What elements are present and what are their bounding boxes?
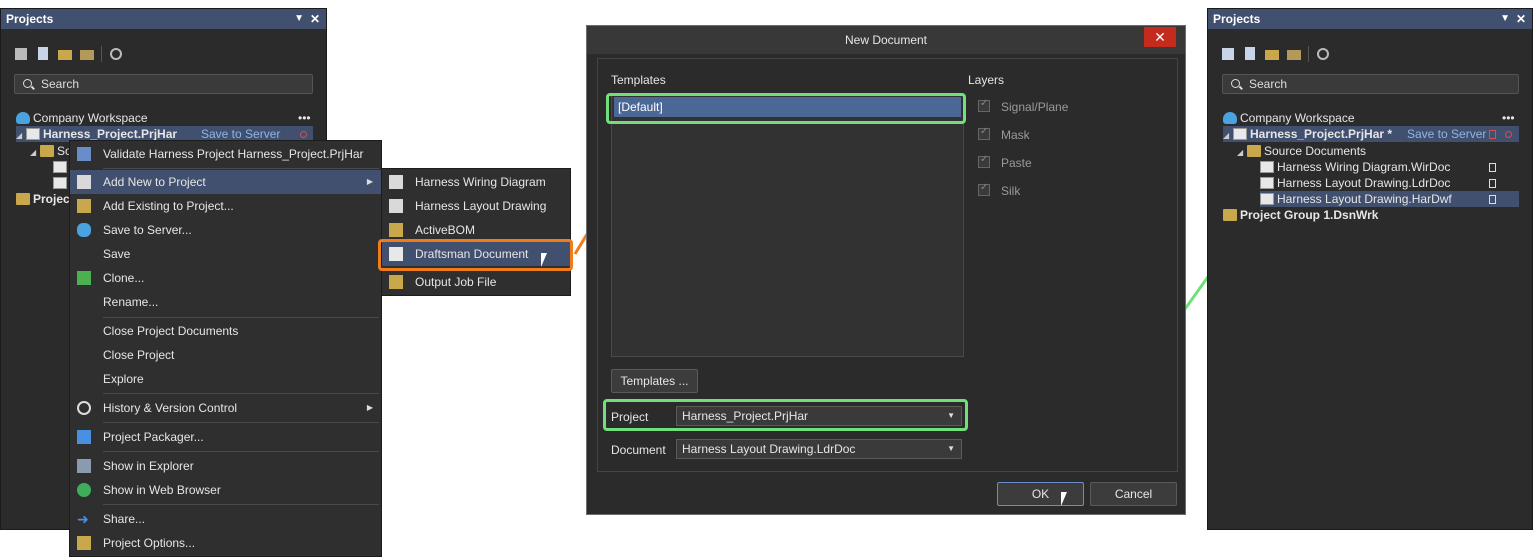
layer-label: Signal/Plane [1001,100,1069,114]
toolbar-separator [1308,46,1309,62]
file-icon [1489,195,1496,204]
document-select-value: Harness Layout Drawing.LdrDoc [682,442,856,456]
cloud-icon [1223,112,1237,124]
layout-drawing-icon [1260,177,1274,189]
ok-button[interactable]: OK [997,482,1084,506]
tree-item-workspace[interactable]: Company Workspace [1223,110,1355,126]
layer-checkbox[interactable] [978,182,990,196]
dialog-title: New Document [587,26,1185,54]
layer-label: Silk [1001,184,1021,198]
save-to-server-link[interactable]: Save to Server [1407,126,1486,142]
chevron-down-icon: ▼ [947,444,955,453]
cancel-button[interactable]: Cancel [1090,482,1177,506]
save-all-icon[interactable] [1242,46,1258,62]
draftsman-icon [1260,193,1274,205]
tree-item-project-group[interactable]: Project Group 1.DsnWrk [1223,207,1378,223]
document-label: Document [611,443,666,457]
tree-item-source-documents[interactable]: ◢ Source Documents [1237,143,1366,159]
folder-icon [1247,145,1261,157]
templates-label: Templates [611,73,666,87]
collapse-icon: ◢ [1223,131,1230,140]
document-select[interactable]: Harness Layout Drawing.LdrDoc ▼ [676,439,962,459]
panel-title-text: Projects [1213,12,1261,26]
templates-list[interactable]: [Default] [611,94,964,357]
tree-item-layout-doc[interactable]: Harness Layout Drawing.LdrDoc [1260,175,1450,191]
panel-title: Projects ▼ ✕ [1208,9,1532,29]
layer-label: Mask [1001,128,1030,142]
panel-toolbar [1220,45,1331,63]
projects-panel-right: Projects ▼ ✕ Search Company Workspace ••… [1207,8,1533,530]
layer-checkbox[interactable] [978,98,990,112]
layers-label: Layers [968,73,1005,87]
project-label: Harness_Project.PrjHar * [1250,127,1393,141]
layer-checkbox[interactable] [978,126,990,140]
modified-indicator-icon [1505,131,1512,138]
project-group-label: Project Group 1.DsnWrk [1240,208,1379,222]
mouse-cursor-icon [1061,492,1067,506]
close-button[interactable]: ✕ [1144,27,1176,47]
save-icon[interactable] [1220,46,1236,62]
tree-item-wiring-doc[interactable]: Harness Wiring Diagram.WirDoc [1260,159,1450,175]
search-icon [1231,79,1240,88]
folder-settings-icon[interactable] [1286,46,1302,62]
project-icon [1233,128,1247,140]
doc-label: Harness Layout Drawing.LdrDoc [1277,176,1451,190]
panel-menu-icon[interactable]: ▼ [1500,9,1510,29]
layer-label: Paste [1001,156,1032,170]
panel-close-icon[interactable]: ✕ [1516,9,1526,29]
doc-label: Harness Layout Drawing.HarDwf [1277,192,1452,206]
more-options-icon[interactable]: ••• [1502,110,1515,126]
workspace-label: Company Workspace [1240,111,1355,125]
templates-button[interactable]: Templates ... [611,369,698,393]
tree-item-draftsman-doc[interactable]: Harness Layout Drawing.HarDwf [1260,191,1519,207]
project-group-icon [1223,209,1237,221]
collapse-icon: ◢ [1237,148,1244,157]
doc-label: Harness Wiring Diagram.WirDoc [1277,160,1451,174]
file-icon [1489,163,1496,172]
gear-icon[interactable] [1315,46,1331,62]
highlight-project [603,399,968,431]
highlight-template [606,93,966,124]
search-placeholder: Search [1249,77,1288,91]
wiring-diagram-icon [1260,161,1274,173]
layer-checkbox[interactable] [978,154,990,168]
open-folder-icon[interactable] [1264,46,1280,62]
file-icon [1489,179,1496,188]
source-docs-label: Source Documents [1264,144,1367,158]
file-modified-icon [1489,130,1496,139]
search-input[interactable]: Search [1222,74,1519,94]
